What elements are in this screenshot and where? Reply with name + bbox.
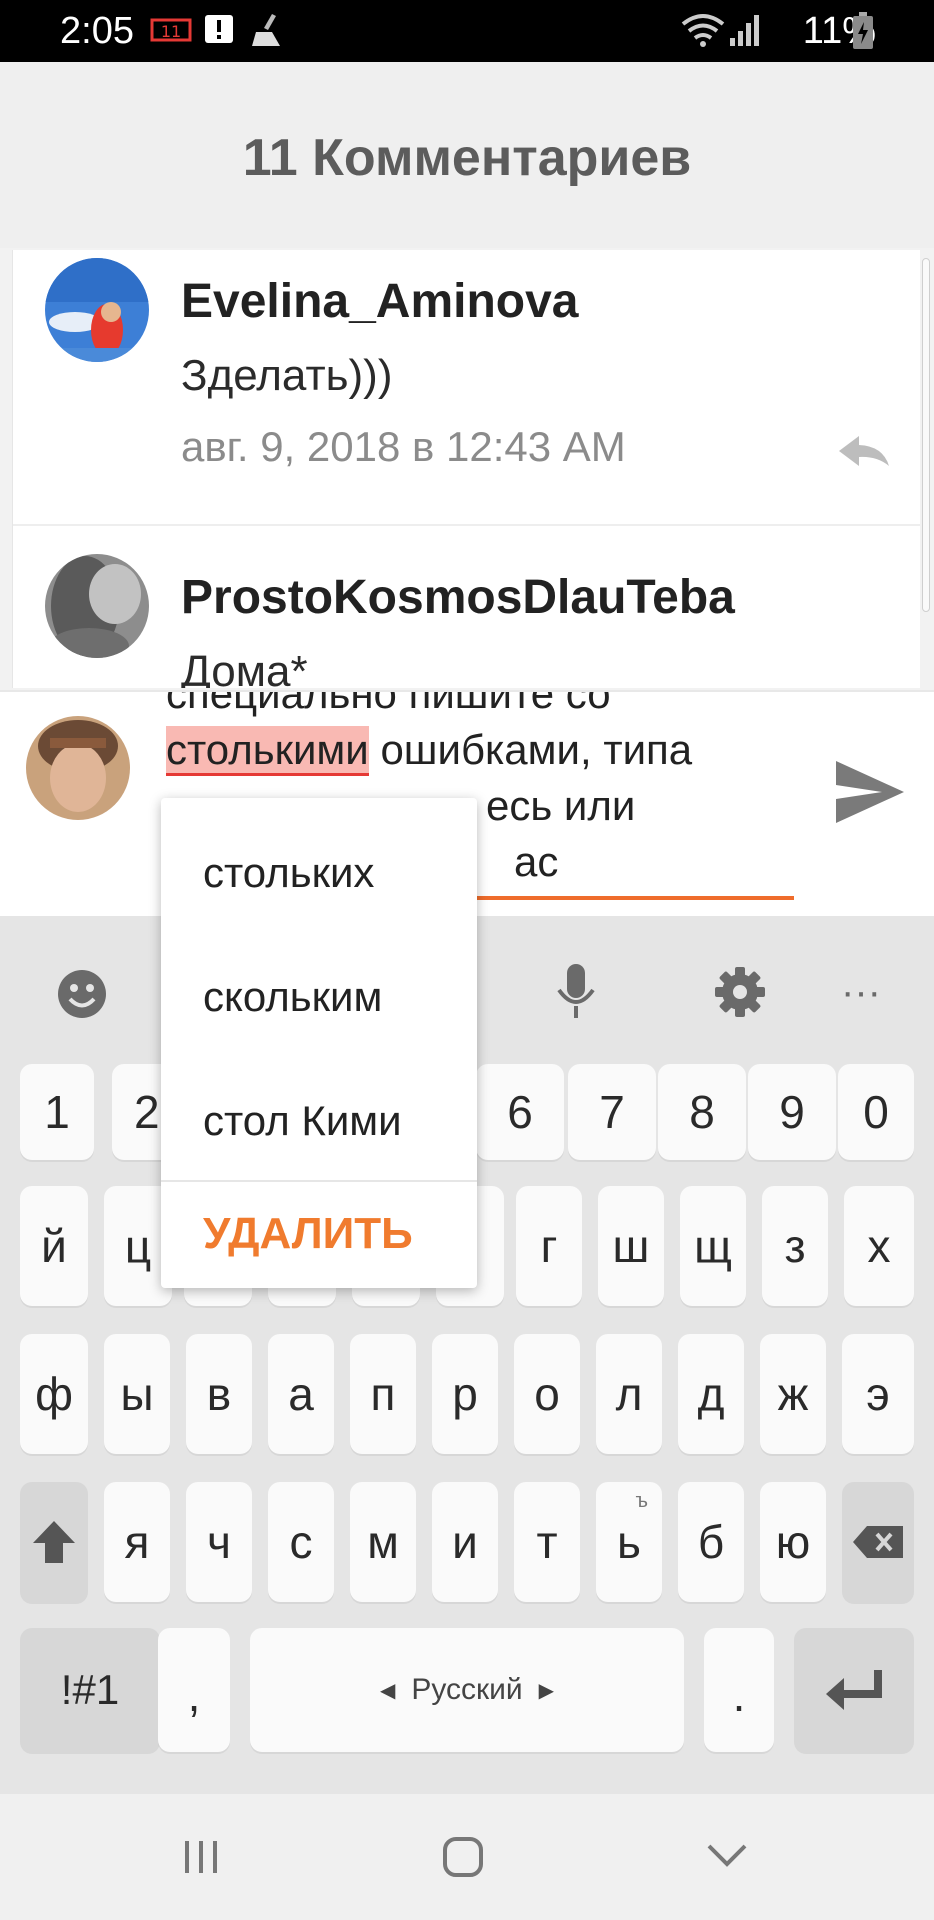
header: 11 Комментариев (0, 62, 934, 248)
backspace-key[interactable] (842, 1482, 914, 1602)
suggestion-item[interactable]: скольким (203, 972, 382, 1022)
divider (161, 1180, 477, 1182)
chevron-left-icon: ◀ (379, 1679, 396, 1702)
misspelled-word[interactable]: столькими (166, 726, 369, 776)
key-щ[interactable]: щ (680, 1186, 746, 1306)
key-ф[interactable]: ф (20, 1334, 88, 1454)
key-в[interactable]: в (186, 1334, 252, 1454)
key-7[interactable]: 7 (568, 1064, 656, 1160)
key-ч[interactable]: ч (186, 1482, 252, 1602)
alert-icon (202, 12, 236, 51)
input-line: столькими ошибками, типа (166, 722, 816, 778)
key-8[interactable]: 8 (658, 1064, 746, 1160)
comma-key[interactable]: , (158, 1628, 230, 1752)
key-б[interactable]: б (678, 1482, 744, 1602)
key-л[interactable]: л (596, 1334, 662, 1454)
enter-icon (826, 1670, 882, 1710)
enter-key[interactable] (794, 1628, 914, 1752)
avatar[interactable] (45, 554, 149, 658)
svg-text:11: 11 (161, 22, 181, 41)
signal-icon (728, 12, 762, 53)
status-bar: 2:05 11 11% (0, 0, 934, 62)
reply-icon[interactable] (837, 434, 891, 473)
key-я[interactable]: я (104, 1482, 170, 1602)
comment-date: авг. 9, 2018 в 12:43 AM (181, 423, 626, 470)
key-ю[interactable]: ю (760, 1482, 826, 1602)
key-х[interactable]: х (844, 1186, 914, 1306)
scrollbar[interactable] (922, 258, 930, 612)
input-line-text: ошибками, типа (380, 726, 693, 773)
comment-author[interactable]: Evelina_Aminova (181, 274, 579, 330)
settings-icon[interactable] (708, 960, 772, 1024)
comment-item: ProstoKosmosDlauTeba Дома* (13, 526, 920, 688)
cleaner-icon (250, 12, 286, 53)
key-г[interactable]: г (516, 1186, 582, 1306)
key-п[interactable]: п (350, 1334, 416, 1454)
backspace-icon (853, 1526, 903, 1558)
key-ш[interactable]: ш (598, 1186, 664, 1306)
suggestion-item[interactable]: стол Кими (203, 1096, 402, 1146)
page-title: 11 Комментариев (242, 129, 692, 187)
back-icon[interactable] (700, 1834, 754, 1878)
key-ы[interactable]: ы (104, 1334, 170, 1454)
comment-text: Дома* (181, 647, 308, 688)
key-й[interactable]: й (20, 1186, 88, 1306)
suggestion-item[interactable]: стольких (203, 848, 374, 898)
key-1[interactable]: 1 (20, 1064, 94, 1160)
wifi-icon (680, 12, 726, 53)
comment-item: Evelina_Aminova Зделать))) авг. 9, 2018 … (13, 250, 920, 524)
status-time: 2:05 (60, 10, 134, 52)
more-icon[interactable]: ··· (836, 970, 886, 1014)
period-key[interactable]: . (704, 1628, 774, 1752)
key-и[interactable]: и (432, 1482, 498, 1602)
key-label: ь (617, 1516, 641, 1568)
key-а[interactable]: а (268, 1334, 334, 1454)
chevron-right-icon: ▶ (538, 1679, 555, 1702)
key-о[interactable]: о (514, 1334, 580, 1454)
key-hint: ъ (635, 1490, 649, 1512)
comment-text: Зделать))) (181, 351, 393, 400)
comment-author[interactable]: ProstoKosmosDlauTeba (181, 570, 735, 626)
battery-icon (852, 12, 874, 55)
send-button[interactable] (830, 752, 910, 832)
delete-button[interactable]: УДАЛИТЬ (203, 1208, 413, 1260)
key-м[interactable]: м (350, 1482, 416, 1602)
key-с[interactable]: с (268, 1482, 334, 1602)
microphone-icon[interactable] (546, 960, 606, 1024)
input-line: специально пишите со (166, 692, 611, 717)
spellcheck-popup: стольких скольким стол Кими УДАЛИТЬ (161, 798, 477, 1288)
recent-apps-icon[interactable] (176, 1832, 226, 1882)
key-д[interactable]: д (678, 1334, 744, 1454)
key-ж[interactable]: ж (760, 1334, 826, 1454)
key-ь[interactable]: ь ъ (596, 1482, 662, 1602)
symbols-key[interactable]: !#1 (20, 1628, 160, 1752)
language-label: Русский (411, 1673, 523, 1706)
key-6[interactable]: 6 (476, 1064, 564, 1160)
space-key[interactable]: ◀ Русский ▶ (250, 1628, 684, 1752)
key-0[interactable]: 0 (838, 1064, 914, 1160)
emoji-icon[interactable] (52, 964, 112, 1024)
key-з[interactable]: з (762, 1186, 828, 1306)
key-9[interactable]: 9 (748, 1064, 836, 1160)
home-icon[interactable] (436, 1830, 490, 1884)
key-р[interactable]: р (432, 1334, 498, 1454)
shift-key[interactable] (20, 1482, 88, 1602)
key-т[interactable]: т (514, 1482, 580, 1602)
shift-icon (33, 1521, 75, 1563)
navigation-bar (0, 1794, 934, 1920)
avatar[interactable] (45, 258, 149, 362)
notification-icon: 11 (150, 12, 192, 51)
comments-list[interactable]: Evelina_Aminova Зделать))) авг. 9, 2018 … (12, 250, 920, 688)
user-avatar (26, 716, 130, 820)
key-э[interactable]: э (842, 1334, 914, 1454)
